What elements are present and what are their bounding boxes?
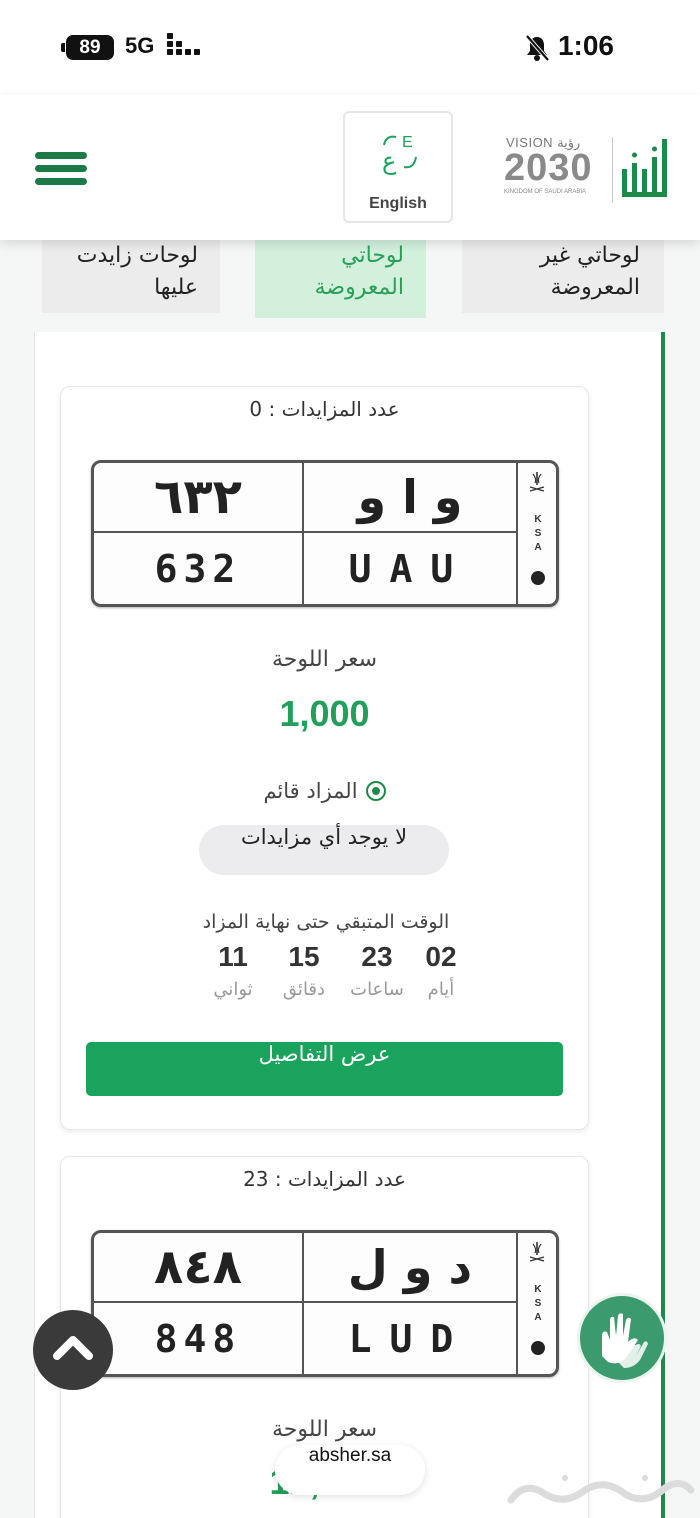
view-details-button[interactable]: عرض التفاصيل — [86, 1042, 563, 1096]
countdown-value: 23 — [361, 941, 393, 972]
plate-dot — [531, 571, 545, 585]
countdown-unit: ثواني — [213, 979, 253, 1000]
bids-count: عدد المزايدات : 23 — [243, 1167, 406, 1191]
plate-numbers-arabic: ٦٣٢ — [94, 463, 304, 533]
language-icon: E ع — [382, 134, 417, 175]
countdown-unit: دقائق — [282, 979, 326, 1000]
language-label: English — [369, 195, 427, 212]
license-plate: ٦٣٢ و ا و 632 UAU K S A — [91, 460, 559, 607]
svg-text:E: E — [402, 134, 413, 151]
tab-unlisted-plates[interactable]: لوحاتي غير المعروضة — [462, 238, 664, 313]
plate-letters-arabic: و ا و — [304, 463, 516, 533]
plate-card: عدد المزايدات : 0 ٦٣٢ و ا و 632 UAU K S … — [60, 386, 589, 1130]
tab-listed-plates[interactable]: لوحاتي المعروضة — [255, 238, 426, 318]
site-url-pill[interactable]: absher.sa — [275, 1445, 425, 1495]
plate-numbers-english: 632 — [94, 533, 304, 605]
plate-country-strip: K S A — [516, 463, 556, 605]
bids-count: عدد المزايدات : 0 — [249, 397, 400, 421]
plate-country-code: K S A — [534, 1284, 542, 1323]
scroll-to-top-button[interactable] — [33, 1310, 113, 1390]
plate-country-strip: K S A — [516, 1233, 556, 1375]
plate-numbers-arabic: ٨٤٨ — [94, 1233, 304, 1303]
plate-dot — [531, 1341, 545, 1355]
plate-letters-english: LUD — [348, 1317, 472, 1361]
logo-divider — [612, 137, 613, 203]
status-active-icon — [365, 781, 386, 801]
license-plate: ٨٤٨ د و ل 848 LUD K S A — [91, 1230, 559, 1377]
network-type: 5G — [125, 33, 155, 58]
saudi-emblem-icon — [529, 1242, 545, 1262]
signal-icon — [167, 33, 207, 61]
plate-price: 1,000 — [279, 693, 370, 734]
vision-2030-logo: VISION رؤية 2030 KINGDOM OF SAUDI ARABIA — [504, 133, 604, 207]
countdown-value: 11 — [218, 941, 248, 972]
countdown-hours: 23 ساعات — [337, 941, 417, 1000]
price-label: سعر اللوحة — [271, 1417, 378, 1442]
countdown-seconds: 11 ثواني — [193, 941, 273, 1000]
countdown-minutes: 15 دقائق — [264, 941, 344, 1000]
sign-language-button[interactable] — [577, 1293, 667, 1383]
remaining-time-label: الوقت المتبقي حتى نهاية المزاد — [202, 911, 450, 933]
chevron-up-icon — [53, 1336, 93, 1360]
battery-indicator: 89 — [61, 35, 114, 60]
countdown-unit: ساعات — [350, 979, 404, 1000]
countdown-timer: 02 أيام 23 ساعات 15 دقائق 11 ثواني — [191, 941, 461, 1011]
saudi-emblem-icon — [529, 472, 545, 492]
silent-bell-icon — [525, 34, 550, 62]
app-header: E ع English VISION رؤية 2030 KINGDOM OF … — [0, 95, 700, 240]
plate-letters-arabic: د و ل — [304, 1233, 516, 1303]
haraj-watermark-icon — [507, 1475, 695, 1504]
plate-numbers-english: 848 — [94, 1303, 304, 1375]
plate-letters-english: UAU — [348, 547, 472, 591]
absher-logo-icon — [622, 139, 667, 197]
vision-subtitle: KINGDOM OF SAUDI ARABIA — [504, 189, 587, 195]
language-switch-button[interactable]: E ع English — [343, 111, 453, 223]
countdown-value: 15 — [288, 941, 320, 972]
plate-tabs: لوحات زايدت عليها لوحاتي المعروضة لوحاتي… — [0, 238, 700, 333]
sign-language-icon — [602, 1313, 648, 1368]
clock: 1:06 — [557, 30, 614, 61]
hamburger-menu-icon[interactable] — [35, 152, 87, 186]
status-bar: 89 5G 1:06 — [0, 0, 700, 95]
no-bids-badge: لا يوجد أي مزايدات — [199, 825, 449, 875]
auction-status: المزاد قائم — [61, 779, 588, 803]
plate-country-code: K S A — [534, 514, 542, 553]
svg-text:ع: ع — [382, 147, 397, 175]
vision-year: 2030 — [504, 147, 593, 189]
auction-status-text: المزاد قائم — [263, 779, 358, 803]
tab-bid-plates[interactable]: لوحات زايدت عليها — [42, 238, 220, 313]
price-label: سعر اللوحة — [271, 647, 378, 672]
